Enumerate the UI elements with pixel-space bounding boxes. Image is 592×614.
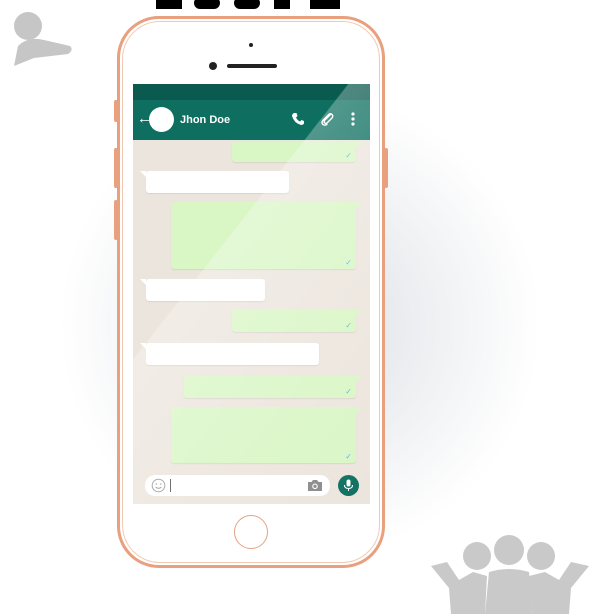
- more-vertical-icon[interactable]: [349, 111, 357, 127]
- message-bubble-outgoing[interactable]: ✓: [232, 142, 362, 162]
- volume-down-button: [114, 200, 118, 240]
- group-icon: [431, 535, 589, 614]
- front-camera: [209, 62, 217, 70]
- volume-up-button: [114, 148, 118, 188]
- read-tick-icon: ✓: [345, 258, 352, 267]
- message-bubble-incoming[interactable]: [140, 343, 319, 365]
- home-button[interactable]: [234, 515, 268, 549]
- read-tick-icon: ✓: [345, 151, 352, 160]
- message-bubble-incoming[interactable]: [140, 171, 289, 193]
- text-caret: [170, 479, 171, 492]
- earpiece-speaker: [227, 64, 277, 68]
- message-bubble-outgoing[interactable]: ✓: [171, 202, 362, 269]
- message-input[interactable]: [145, 475, 330, 496]
- proximity-sensor: [249, 43, 253, 47]
- emoji-icon[interactable]: [151, 478, 166, 493]
- chat-screen: ← Jhon Doe ✓ ✓ ✓ ✓ ✓: [133, 84, 370, 504]
- contact-name[interactable]: Jhon Doe: [180, 113, 230, 127]
- read-tick-icon: ✓: [345, 321, 352, 330]
- message-bubble-outgoing[interactable]: ✓: [184, 376, 362, 398]
- person-icon: [14, 12, 72, 66]
- microphone-button[interactable]: [338, 475, 359, 496]
- microphone-icon: [343, 479, 354, 491]
- message-bubble-outgoing[interactable]: ✓: [171, 407, 362, 463]
- status-bar: [133, 84, 370, 100]
- power-button: [384, 148, 388, 188]
- illustration: ← Jhon Doe ✓ ✓ ✓ ✓ ✓: [0, 0, 592, 614]
- message-bubble-outgoing[interactable]: ✓: [232, 310, 362, 332]
- silent-switch: [114, 100, 118, 122]
- message-bubble-incoming[interactable]: [140, 279, 265, 301]
- camera-icon[interactable]: [307, 479, 323, 492]
- chat-header: ← Jhon Doe: [133, 100, 370, 140]
- paperclip-icon[interactable]: [319, 111, 335, 127]
- phone-icon[interactable]: [290, 111, 306, 127]
- avatar[interactable]: [149, 107, 174, 132]
- read-tick-icon: ✓: [345, 452, 352, 461]
- read-tick-icon: ✓: [345, 387, 352, 396]
